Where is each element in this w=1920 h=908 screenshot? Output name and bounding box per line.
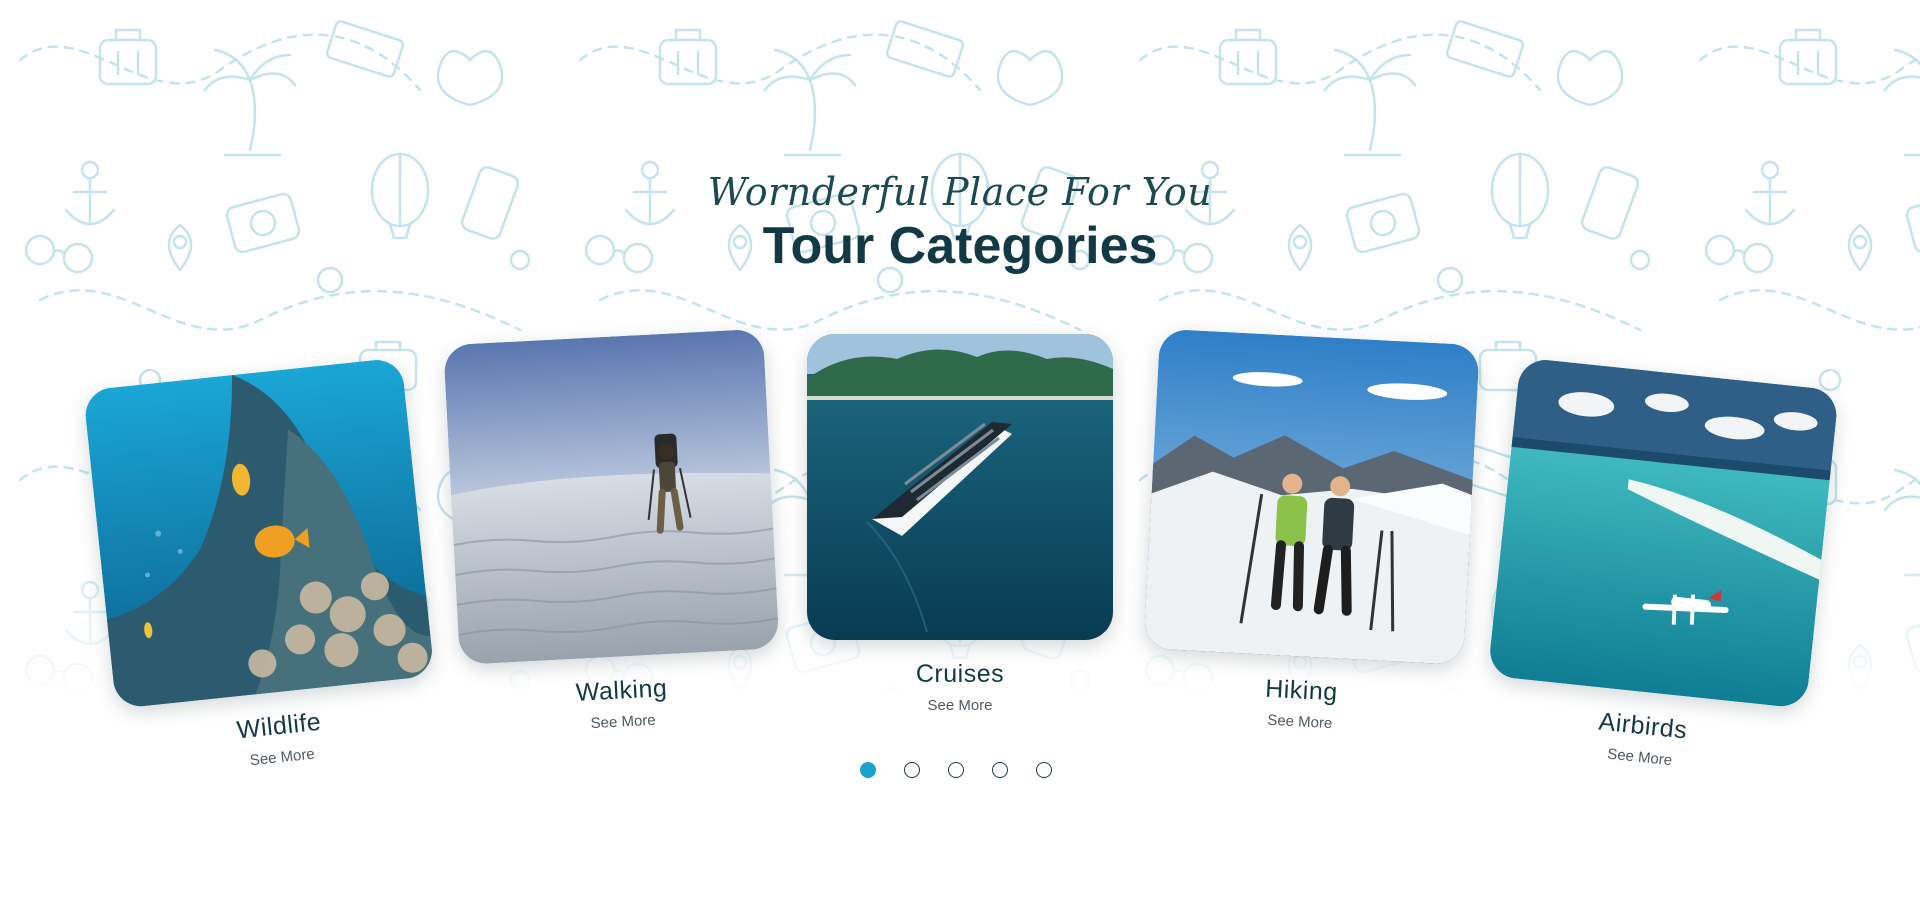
section-title: Tour Categories	[762, 217, 1158, 275]
pagination-dot-2[interactable]	[904, 762, 920, 778]
pagination-dot-4[interactable]	[992, 762, 1008, 778]
pagination-dot-1[interactable]	[860, 762, 876, 778]
pagination-dot-5[interactable]	[1036, 762, 1052, 778]
category-card-airbirds[interactable]: Airbirds See More	[1480, 357, 1840, 782]
section-heading: Wornderful Place For You Tour Categories	[0, 170, 1920, 276]
pagination-dot-3[interactable]	[948, 762, 964, 778]
category-card-wildlife[interactable]: Wildlife See More	[82, 357, 442, 782]
desert-hiker-photo[interactable]	[443, 328, 780, 665]
coral-reef-fish-photo[interactable]	[82, 357, 435, 709]
section-subtitle: Wornderful Place For You	[707, 170, 1213, 214]
seaplane-lagoon-photo[interactable]	[1487, 357, 1840, 709]
carousel-pagination	[860, 762, 1052, 778]
category-label[interactable]: Cruises	[807, 660, 1113, 689]
category-card-cruises[interactable]: Cruises See More	[807, 334, 1113, 714]
cruise-ship-photo[interactable]	[807, 334, 1113, 640]
category-card-walking[interactable]: Walking See More	[443, 328, 783, 739]
snow-hikers-photo[interactable]	[1143, 328, 1480, 665]
category-card-hiking[interactable]: Hiking See More	[1140, 328, 1480, 739]
see-more-link[interactable]: See More	[807, 697, 1113, 714]
